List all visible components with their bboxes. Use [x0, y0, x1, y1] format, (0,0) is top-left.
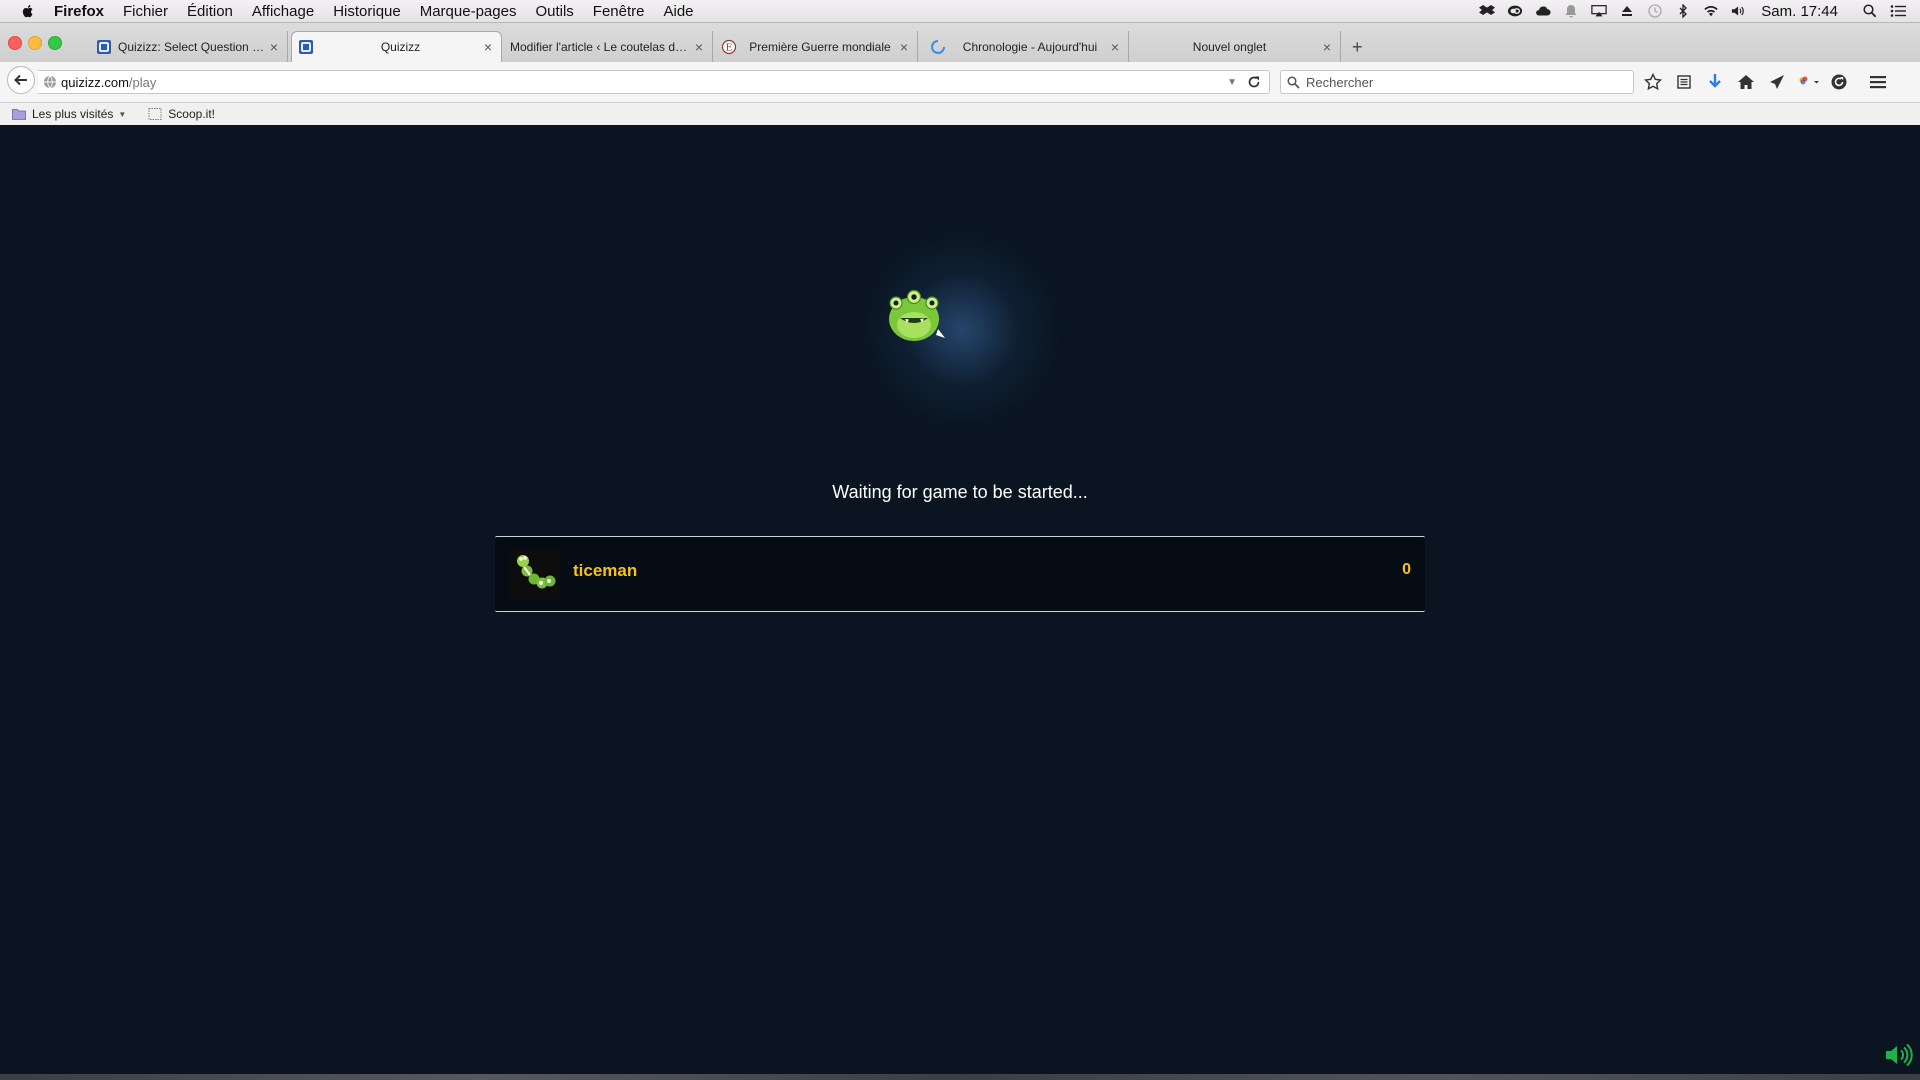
window-bottom-edge — [0, 1074, 1920, 1080]
url-history-dropdown-icon[interactable]: ▼ — [1227, 77, 1237, 88]
bookmarks-toolbar: Les plus visités ▼ Scoop.it! — [0, 103, 1920, 126]
player-name: ticeman — [573, 561, 638, 580]
download-icon[interactable] — [1704, 71, 1726, 93]
menubar-clock[interactable]: Sam. 17:44 — [1761, 3, 1838, 20]
caterpillar-avatar-icon — [517, 555, 556, 589]
tab-premiere-guerre-mondiale[interactable]: E Première Guerre mondiale × — [715, 31, 918, 62]
tab-close-icon[interactable]: × — [267, 39, 281, 55]
menu-aide[interactable]: Aide — [664, 3, 694, 20]
url-path: /play — [128, 74, 157, 90]
tab-quizizz-select-question-set[interactable]: Quizizz: Select Question Set × — [90, 31, 288, 62]
tab-chronologie[interactable]: Chronologie - Aujourd'hui × — [924, 31, 1129, 62]
dropbox-icon[interactable] — [1479, 4, 1496, 18]
monster-mascot-icon — [889, 289, 945, 341]
waiting-status-message: Waiting for game to be started... — [832, 482, 1088, 502]
globe-icon[interactable] — [43, 75, 57, 89]
spotlight-icon[interactable] — [1862, 4, 1878, 18]
tab-quizizz[interactable]: Quizizz × — [291, 31, 502, 62]
cloud-icon[interactable] — [1535, 4, 1551, 18]
sound-on-icon[interactable] — [1884, 1042, 1914, 1068]
url-host: quizizz.com — [61, 74, 129, 90]
tab-label: Modifier l'article ‹ Le coutelas de… — [510, 39, 692, 54]
window-close-button[interactable] — [8, 36, 22, 50]
send-icon[interactable] — [1766, 71, 1788, 93]
menu-marque-pages[interactable]: Marque-pages — [420, 3, 517, 20]
tab-close-icon[interactable]: × — [481, 39, 495, 55]
menu-app-firefox[interactable]: Firefox — [54, 3, 104, 20]
tab-close-icon[interactable]: × — [692, 39, 706, 55]
tab-label: Nouvel onglet — [1192, 39, 1267, 54]
apple-icon[interactable] — [20, 3, 36, 19]
eject-icon[interactable] — [1619, 4, 1635, 18]
player-list: ticeman 0 — [495, 536, 1425, 612]
menu-fenetre[interactable]: Fenêtre — [593, 3, 645, 20]
folder-icon — [12, 109, 26, 120]
tab-close-icon[interactable]: × — [897, 39, 911, 55]
mac-menubar: Firefox Fichier Édition Affichage Histor… — [0, 0, 1920, 23]
tab-label: Quizizz — [380, 40, 421, 54]
toolbar-icons — [1642, 70, 1898, 94]
quizizz-icon — [96, 39, 112, 55]
tab-label: Première Guerre mondiale — [749, 39, 891, 54]
tab-close-icon[interactable]: × — [1320, 39, 1334, 55]
home-icon[interactable] — [1735, 71, 1757, 93]
menu-historique[interactable]: Historique — [333, 3, 401, 20]
bookmark-most-visited[interactable]: Les plus visités ▼ — [12, 107, 126, 121]
volume-icon[interactable] — [1731, 4, 1747, 18]
search-bar[interactable]: Rechercher — [1280, 70, 1634, 94]
new-tab-button[interactable]: + — [1352, 37, 1363, 58]
quizizz-lobby-page: Waiting for game to be started... ticema… — [0, 125, 1920, 1080]
extension-icon[interactable] — [1797, 71, 1819, 93]
tab-strip: Quizizz: Select Question Set × Quizizz ×… — [0, 23, 1920, 62]
tab-modifier-article[interactable]: Modifier l'article ‹ Le coutelas de… × — [504, 31, 713, 62]
window-zoom-button[interactable] — [48, 36, 62, 50]
wiki-icon: E — [721, 39, 737, 55]
menu-affichage[interactable]: Affichage — [252, 3, 314, 20]
bookmark-label: Les plus visités — [32, 107, 114, 121]
loading-icon — [930, 39, 946, 55]
wifi-icon[interactable] — [1703, 4, 1719, 18]
back-button[interactable] — [7, 66, 35, 94]
back-arrow-icon — [14, 74, 27, 86]
bookmark-scoopit[interactable]: Scoop.it! — [148, 107, 215, 121]
reload-icon[interactable] — [1247, 75, 1261, 89]
notification-center-icon[interactable] — [1890, 4, 1906, 18]
page-icon — [148, 108, 162, 120]
player-score: 0 — [1402, 561, 1411, 578]
time-machine-icon[interactable] — [1647, 4, 1663, 18]
chevron-down-icon: ▼ — [118, 109, 127, 119]
bookmarks-list-icon[interactable] — [1673, 71, 1695, 93]
bookmark-label: Scoop.it! — [168, 107, 215, 121]
svg-text:E: E — [726, 43, 733, 53]
player-row: ticeman 0 — [495, 537, 1425, 611]
bluetooth-icon[interactable] — [1675, 4, 1691, 18]
player-avatar — [510, 549, 560, 599]
sync-icon[interactable] — [1828, 71, 1850, 93]
tab-close-icon[interactable]: × — [1108, 39, 1122, 55]
tab-label: Quizizz: Select Question Set — [118, 39, 267, 54]
tab-label: Chronologie - Aujourd'hui — [962, 39, 1098, 54]
bookmark-star-icon[interactable] — [1642, 71, 1664, 93]
tab-nouvel-onglet[interactable]: Nouvel onglet × — [1133, 31, 1341, 62]
menu-edition[interactable]: Édition — [187, 3, 233, 20]
notification-icon[interactable] — [1563, 4, 1579, 18]
menu-fichier[interactable]: Fichier — [123, 3, 168, 20]
url-bar[interactable]: quizizz.com/play ▼ — [38, 70, 1270, 94]
search-placeholder: Rechercher — [1306, 74, 1374, 90]
hamburger-menu-icon[interactable] — [1867, 71, 1889, 93]
window-minimize-button[interactable] — [28, 36, 42, 50]
quizizz-icon — [298, 39, 314, 55]
menu-outils[interactable]: Outils — [535, 3, 573, 20]
navigation-bar: quizizz.com/play ▼ Rechercher — [0, 62, 1920, 103]
search-icon — [1287, 75, 1300, 89]
airplay-icon[interactable] — [1591, 4, 1608, 18]
creative-cloud-icon[interactable] — [1507, 4, 1523, 18]
